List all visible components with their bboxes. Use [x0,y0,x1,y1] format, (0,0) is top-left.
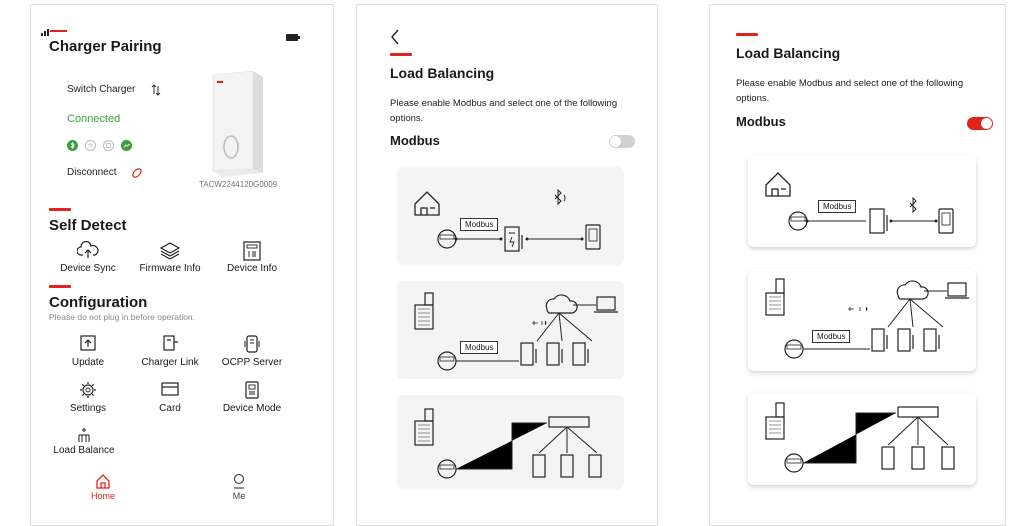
nav-me-label: Me [232,491,246,501]
charger-image [209,69,267,184]
home-icon [79,473,127,489]
back-arrow-icon[interactable] [390,29,400,50]
device-sync-button[interactable]: Device Sync [53,241,123,274]
connection-indicators [67,138,132,156]
modbus-toggle[interactable] [967,117,993,130]
configuration-title: Configuration [49,294,148,311]
option-card-controller[interactable] [397,395,624,489]
diagram-single-charger [765,172,954,234]
modbus-toggle[interactable] [609,135,635,148]
cellular-status-icon [121,138,132,156]
device-mode-button[interactable]: Device Mode [211,381,293,414]
charger-serial: TACW2244120G0009 [199,180,278,189]
modbus-tag: Modbus [812,330,851,343]
modbus-tag: Modbus [460,341,499,354]
modbus-tag: Modbus [460,218,499,231]
section-accent [49,208,71,211]
charger-link-icon [129,335,211,351]
option-card-single[interactable]: Modbus [748,155,976,247]
toggle-knob [981,118,992,129]
page-description: Please enable Modbus and select one of t… [736,78,964,104]
page-title: Load Balancing [736,45,841,61]
settings-button[interactable]: Settings [53,381,123,414]
option-card-single[interactable]: Modbus [397,167,624,265]
charger-pairing-screen: Charger Pairing Switch Charger Connected… [30,4,334,526]
layers-icon [129,241,211,261]
card-button[interactable]: Card [129,381,211,414]
cloud-sync-icon [53,241,123,259]
connection-status: Connected [67,113,121,125]
modbus-tag: Modbus [818,200,857,213]
load-balancing-screen-on: Load Balancing Please enable Modbus and … [709,4,1006,526]
firmware-info-label: Firmware Info [139,263,201,274]
update-label: Update [71,357,105,368]
disconnect-label[interactable]: Disconnect [67,167,116,178]
section-accent [736,33,758,36]
modbus-label: Modbus [736,114,786,129]
ocpp-server-label: OCPP Server [221,357,283,368]
user-icon [215,473,263,489]
modbus-label: Modbus [390,133,440,148]
configuration-note: Please do not plug in before operation. [49,312,196,322]
load-balance-label: Load Balance [53,445,115,456]
nav-home-label: Home [90,491,115,501]
nav-me[interactable]: Me [215,473,263,501]
option-card-cloud[interactable]: Modbus [748,269,976,371]
page-title: Load Balancing [390,65,495,81]
diagram-cloud-chargers [414,292,618,371]
self-detect-title: Self Detect [49,217,127,234]
ocpp-server-icon [217,335,287,353]
section-accent [390,53,412,56]
bluetooth-status-icon [67,138,78,156]
charger-link-label: Charger Link [141,357,199,368]
update-icon [53,335,123,351]
card-icon [129,381,211,397]
diagram-single-charger [414,188,601,252]
charger-link-button[interactable]: Charger Link [129,335,211,368]
battery-icon [286,28,300,46]
settings-label: Settings [69,403,107,414]
section-accent [49,285,71,288]
option-card-cloud[interactable]: Modbus [397,281,624,379]
toggle-knob [610,136,621,147]
diagram-controller-chargers [765,402,955,473]
option-card-controller[interactable] [748,393,976,485]
device-info-button[interactable]: Device Info [217,241,287,274]
unlink-icon[interactable] [131,166,143,184]
load-balancing-screen-off: Load Balancing Please enable Modbus and … [356,4,658,526]
ethernet-status-icon [103,138,114,156]
diagram-controller-chargers [414,408,602,479]
settings-icon [53,381,123,399]
device-mode-icon [211,381,293,399]
switch-charger-label[interactable]: Switch Charger [67,84,135,95]
device-sync-label: Device Sync [60,263,116,274]
device-mode-label: Device Mode [222,403,282,414]
swap-icon[interactable] [151,83,161,101]
card-label: Card [159,403,181,414]
ocpp-server-button[interactable]: OCPP Server [217,335,287,368]
page-title: Charger Pairing [49,38,162,55]
firmware-info-button[interactable]: Firmware Info [129,241,211,274]
diagram-cloud-chargers [765,278,969,359]
load-balance-button[interactable]: Load Balance [47,427,121,456]
device-info-label: Device Info [226,263,278,274]
update-button[interactable]: Update [53,335,123,368]
nav-home[interactable]: Home [79,473,127,501]
wifi-status-icon [85,138,96,156]
load-balance-icon [47,427,121,443]
device-info-icon [217,241,287,261]
page-description: Please enable Modbus and select one of t… [390,98,618,124]
